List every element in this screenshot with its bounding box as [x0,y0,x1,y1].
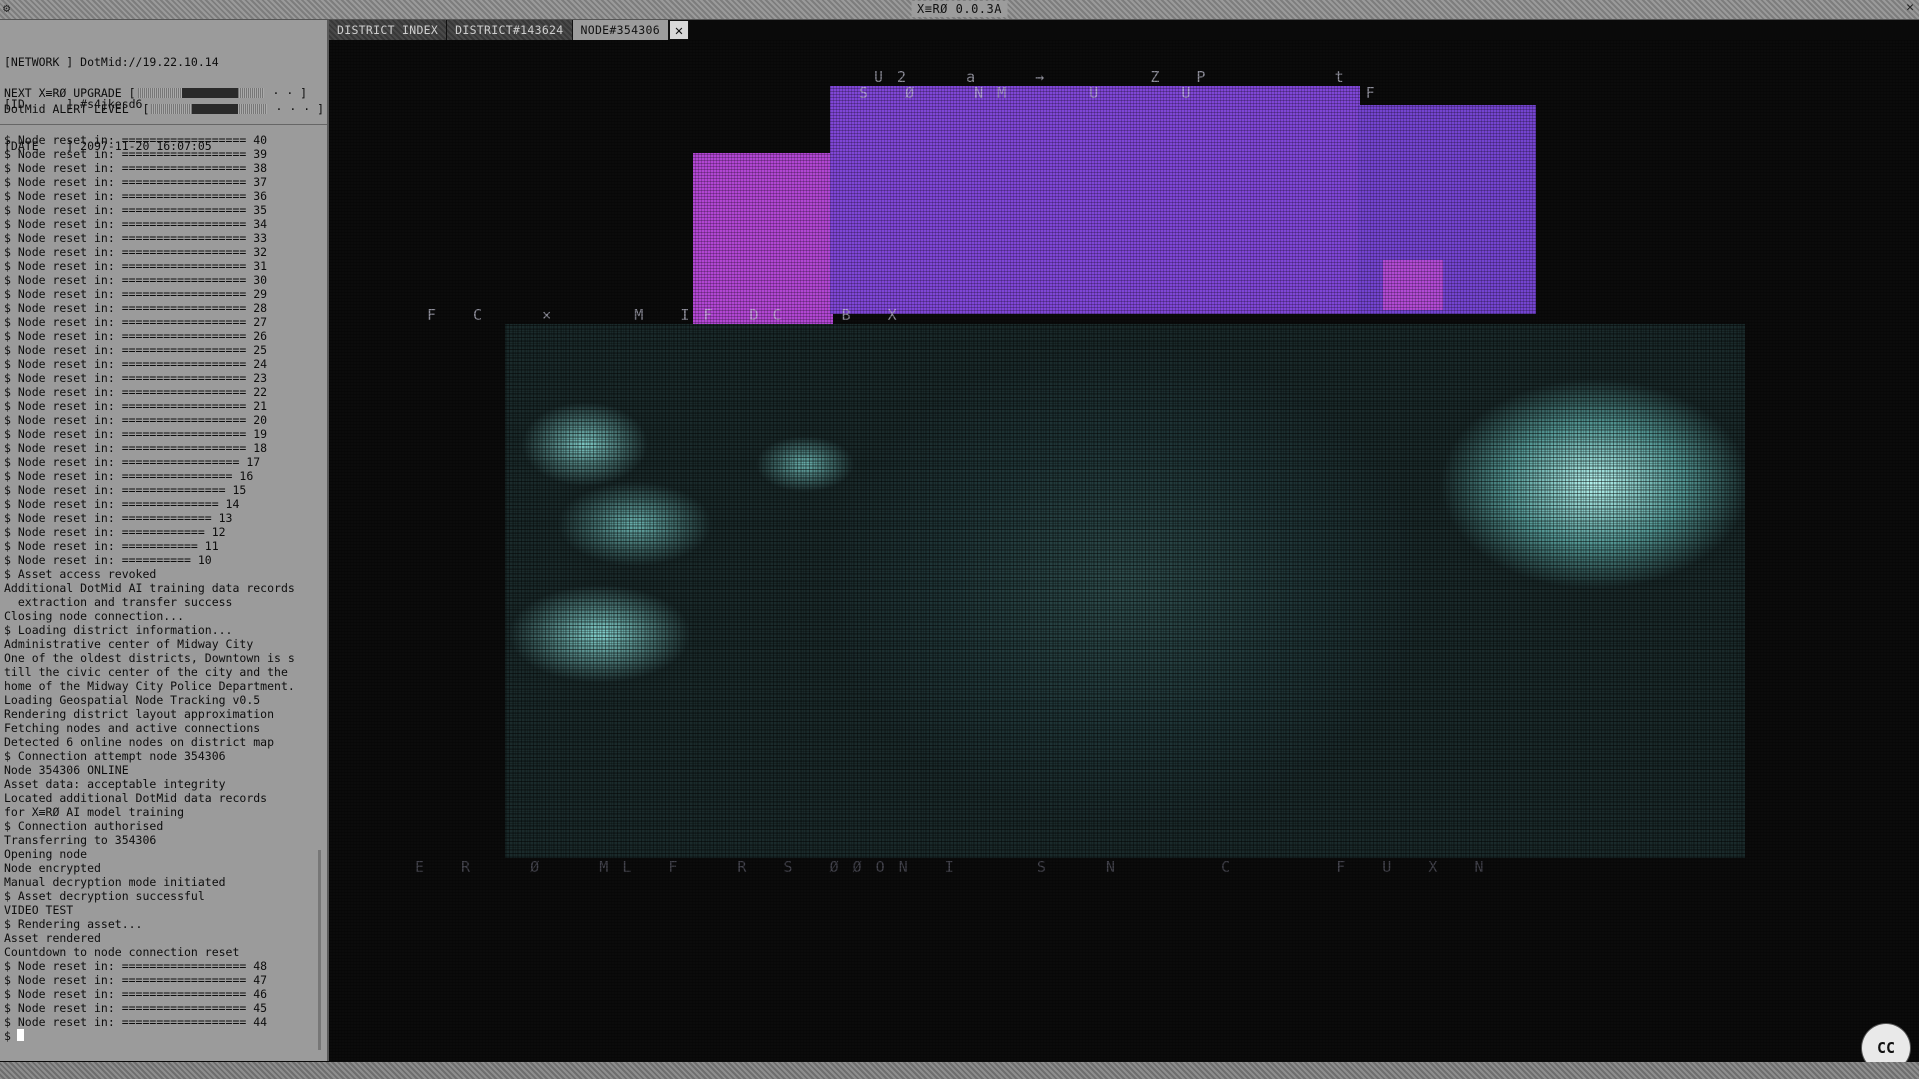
title-bar: ⚙ X≡RØ 0.0.3A ✕ [0,0,1919,20]
log-line: $ Node reset in: ================== 44 [4,1015,268,1029]
log-line: $ Node reset in: ================== 40 [4,133,268,147]
meter-label: NEXT X≡RØ UPGRADE [ [4,86,136,100]
log-line: $ Node reset in: ================== 33 [4,231,268,245]
log-line: $ Node reset in: ================== 38 [4,161,268,175]
log-line: $ Node reset in: ============ 12 [4,525,226,539]
log-line: $ Node reset in: ================== 45 [4,1001,268,1015]
log-line: VIDEO TEST [4,903,74,917]
log-line: $ Rendering asset... [4,917,143,931]
log-line: Located additional DotMid data records [4,791,268,805]
log-line: $ Node reset in: ================== 20 [4,413,268,427]
log-line: $ Node reset in: ================== 24 [4,357,268,371]
tab-bar: DISTRICT INDEX DISTRICT#143624 NODE#3543… [329,20,689,40]
log-line: $ Node reset in: ================== 35 [4,203,268,217]
close-tab-icon[interactable]: ✕ [668,20,689,40]
log-line: $ Loading district information... [4,623,233,637]
log-line: Opening node [4,847,88,861]
log-line: One of the oldest districts, Downtown is… [4,651,295,665]
log-line: Asset data: acceptable integrity [4,777,226,791]
log-line: home of the Midway City Police Departmen… [4,679,295,693]
command-prompt[interactable]: $ [4,1029,322,1043]
log-line: Loading Geospatial Node Tracking v0.5 [4,693,261,707]
log-line: Node 354306 ONLINE [4,763,129,777]
glitch-block-violet [830,86,1360,314]
log-line: $ Node reset in: ================== 21 [4,399,268,413]
meter-tail: · · ] [265,86,308,100]
log-line: $ Connection attempt node 354306 [4,749,226,763]
window-close-icon[interactable]: ✕ [1906,0,1914,15]
text-cursor [16,1029,24,1041]
log-line: Countdown to node connection reset [4,945,240,959]
log-line: Detected 6 online nodes on district map [4,735,275,749]
log-line: $ Node reset in: ================= 17 [4,455,261,469]
menu-icon[interactable]: ⚙ [3,1,10,15]
log-line: Administrative center of Midway City [4,637,254,651]
log-line: $ Node reset in: =========== 11 [4,539,219,553]
window-title: X≡RØ 0.0.3A [911,1,1008,17]
log-line: for X≡RØ AI model training [4,805,185,819]
meter-tail: · · · ] [268,102,324,116]
log-line: till the civic center of the city and th… [4,665,288,679]
tab-node[interactable]: NODE#354306 [572,20,669,40]
log-line: $ Asset decryption successful [4,889,205,903]
glyph-row: S Ø NM U U F [859,84,1389,102]
log-line: $ Node reset in: ================== 39 [4,147,268,161]
scrollbar[interactable] [318,850,321,1050]
log-line: $ Node reset in: ================== 31 [4,259,268,273]
log-line: $ Node reset in: ================== 30 [4,273,268,287]
network-line: [NETWORK ] DotMid://19.22.10.14 [4,55,219,69]
log-line: $ Node reset in: =============== 15 [4,483,247,497]
log-line: $ Connection authorised [4,819,164,833]
log-line: $ Node reset in: ================== 37 [4,175,268,189]
meter-label: DotMid ALERT LEVEL [ [4,102,150,116]
log-line: $ Node reset in: ================== 26 [4,329,268,343]
log-line: Rendering district layout approximation [4,707,275,721]
meter-row: DotMid ALERT LEVEL [ · · · ] [4,101,324,117]
glyph-row: F C × M IF DC B X [427,306,911,324]
meter-row: NEXT X≡RØ UPGRADE [ · · ] [4,85,324,101]
log-line: $ Node reset in: ================== 23 [4,371,268,385]
log-line: Transferring to 354306 [4,833,157,847]
prompt-symbol: $ [4,1029,11,1043]
node-viewer: U2 a → Z P t S Ø NM U U F F C × M IF DC … [329,40,1919,1061]
log-line: $ Node reset in: ================ 16 [4,469,254,483]
log-line: $ Node reset in: ================== 46 [4,987,268,1001]
log-line: Asset rendered [4,931,101,945]
glitch-block-pink [1383,260,1443,310]
log-line: Closing node connection... [4,609,185,623]
log-line: $ Node reset in: ============== 14 [4,497,240,511]
log-line: $ Node reset in: ================== 25 [4,343,268,357]
meter-bar [151,104,267,114]
log-line: Fetching nodes and active connections [4,721,261,735]
log-line: Manual decryption mode initiated [4,875,226,889]
log-line: Node encrypted [4,861,101,875]
tab-district-index[interactable]: DISTRICT INDEX [329,20,448,40]
log-line: $ Node reset in: ================== 32 [4,245,268,259]
log-line: $ Node reset in: ================== 47 [4,973,268,987]
log-line: $ Node reset in: ================== 36 [4,189,268,203]
log-line: $ Node reset in: ================== 48 [4,959,268,973]
divider [0,124,327,125]
tab-district[interactable]: DISTRICT#143624 [447,20,573,40]
log-line: $ Asset access revoked [4,567,157,581]
log-line: $ Node reset in: ============= 13 [4,511,233,525]
log-line: $ Node reset in: ================== 22 [4,385,268,399]
log-line: $ Node reset in: ================== 28 [4,301,268,315]
glitch-block-magenta [693,153,833,331]
status-meters: NEXT X≡RØ UPGRADE [ · · ] DotMid ALERT LE… [4,85,324,117]
log-line: Additional DotMid AI training data recor… [4,581,295,595]
log-line: $ Node reset in: ================== 18 [4,441,268,455]
terminal-panel: [NETWORK ] DotMid://19.22.10.14 [ID ] #s… [0,20,329,1061]
terminal-log: $ Node reset in: ================== 40 $ … [4,133,322,1043]
log-line: $ Node reset in: ================== 19 [4,427,268,441]
log-line: $ Node reset in: ================== 27 [4,315,268,329]
log-line: $ Node reset in: ================== 29 [4,287,268,301]
bottom-bar [0,1062,1919,1079]
meter-bar [137,88,264,98]
log-line: $ Node reset in: ========== 10 [4,553,212,567]
glyph-row: E R Ø ML F R S ØØON I S N C F U X N [415,858,1498,876]
log-line: $ Node reset in: ================== 34 [4,217,268,231]
video-asset [505,324,1745,858]
log-line: extraction and transfer success [4,595,233,609]
